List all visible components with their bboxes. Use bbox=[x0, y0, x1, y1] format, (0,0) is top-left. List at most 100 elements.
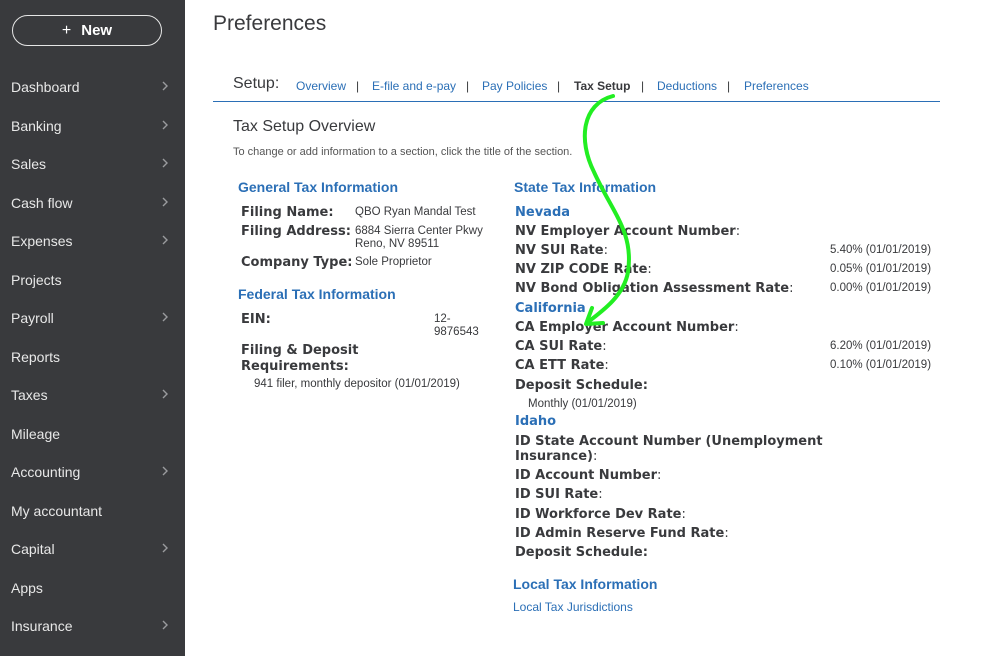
filing-address-line2: Reno, NV 89511 bbox=[355, 238, 440, 250]
chevron-right-icon bbox=[162, 197, 168, 206]
tab-separator: | bbox=[727, 79, 731, 93]
field-label-text: NV ZIP CODE Rate bbox=[515, 262, 648, 277]
tab-preferences[interactable]: Preferences bbox=[744, 79, 809, 93]
page-title: Preferences bbox=[213, 12, 327, 35]
tab-pay-policies[interactable]: Pay Policies bbox=[482, 79, 547, 93]
sidebar-item-label: Reports bbox=[11, 348, 61, 365]
sidebar-item-accounting[interactable]: Accounting bbox=[0, 453, 185, 491]
sidebar-item-sales[interactable]: Sales bbox=[0, 145, 185, 183]
filing-deposit-label-line2: Requirements: bbox=[241, 359, 349, 374]
new-button[interactable]: + New bbox=[12, 15, 162, 46]
federal-tax-info-heading[interactable]: Federal Tax Information bbox=[238, 286, 396, 302]
sidebar-item-label: Projects bbox=[11, 271, 62, 288]
sidebar-item-payroll[interactable]: Payroll bbox=[0, 299, 185, 337]
left-nav-sidebar: + New Dashboard Banking Sales Cash flow Expe… bbox=[0, 0, 185, 656]
new-button-label: New bbox=[81, 22, 113, 39]
sidebar-item-projects[interactable]: Projects bbox=[0, 261, 185, 299]
sidebar-item-label: Sales bbox=[11, 156, 47, 172]
filing-name-label: Filing Name: bbox=[241, 205, 334, 220]
ca-sui-rate-value: 6.20% (01/01/2019) bbox=[830, 340, 932, 352]
field-label-text: CA Employer Account Number bbox=[515, 320, 735, 335]
sidebar-item-label: Payroll bbox=[11, 310, 54, 326]
state-tax-info-heading[interactable]: State Tax Information bbox=[514, 179, 656, 195]
tab-separator: | bbox=[557, 79, 561, 93]
nv-sui-rate-value: 5.40% (01/01/2019) bbox=[830, 244, 932, 256]
label-colon: : bbox=[735, 224, 741, 239]
sidebar-item-insurance[interactable]: Insurance bbox=[0, 607, 185, 645]
chevron-right-icon bbox=[162, 120, 168, 129]
chevron-right-icon bbox=[162, 158, 168, 168]
sidebar-item-mileage[interactable]: Mileage bbox=[0, 415, 185, 453]
tab-overview[interactable]: Overview bbox=[296, 79, 346, 93]
sidebar-item-label: Capital bbox=[11, 541, 55, 557]
sidebar-item-label: Cash flow bbox=[11, 194, 73, 211]
chevron-right-icon bbox=[162, 466, 168, 476]
state-california-heading[interactable]: California bbox=[515, 301, 586, 316]
sidebar-item-banking[interactable]: Banking bbox=[0, 107, 185, 145]
filing-address-line1: 6884 Sierra Center Pkwy bbox=[355, 225, 483, 237]
sidebar-item-my-accountant[interactable]: My accountant bbox=[0, 492, 185, 530]
field-label-text: NV Employer Account Number bbox=[515, 224, 736, 239]
nv-zip-code-rate-label: NV ZIP CODE Rate: bbox=[515, 262, 652, 277]
sidebar-item-label: Banking bbox=[11, 117, 62, 134]
ca-sui-rate-label: CA SUI Rate: bbox=[515, 339, 607, 354]
tab-tax-setup[interactable]: Tax Setup bbox=[574, 79, 630, 93]
sidebar-item-label: Accounting bbox=[11, 464, 81, 480]
label-colon: : bbox=[789, 281, 794, 296]
tab-separator: | bbox=[641, 79, 645, 93]
field-label-text: ID Workforce Dev Rate bbox=[515, 507, 682, 522]
tab-efile-and-epay[interactable]: E-file and e-pay bbox=[372, 79, 456, 93]
chevron-right-icon bbox=[162, 389, 168, 399]
sidebar-item-dashboard[interactable]: Dashboard bbox=[0, 68, 185, 106]
chevron-right-icon bbox=[162, 543, 168, 553]
chevron-right-icon bbox=[162, 235, 168, 245]
id-deposit-schedule-label: Deposit Schedule: bbox=[515, 545, 648, 560]
sidebar-item-cash-flow[interactable]: Cash flow bbox=[0, 184, 185, 222]
id-sui-rate-label: ID SUI Rate: bbox=[515, 487, 603, 502]
setup-label: Setup: bbox=[233, 75, 280, 92]
filing-address-label: Filing Address: bbox=[241, 224, 351, 239]
company-type-value: Sole Proprietor bbox=[355, 256, 432, 268]
state-idaho-heading[interactable]: Idaho bbox=[515, 414, 556, 429]
id-state-account-label-line2: Insurance): bbox=[515, 449, 597, 464]
label-colon: : bbox=[604, 358, 609, 373]
ca-deposit-schedule-label: Deposit Schedule: bbox=[515, 378, 648, 393]
sidebar-item-taxes[interactable]: Taxes bbox=[0, 376, 185, 414]
field-label-text: Insurance) bbox=[515, 449, 593, 464]
field-label-text: CA SUI Rate bbox=[515, 339, 603, 354]
label-colon: : bbox=[603, 243, 608, 258]
label-colon: : bbox=[602, 339, 607, 354]
sidebar-item-label: Apps bbox=[11, 579, 43, 596]
filing-name-value: QBO Ryan Mandal Test bbox=[355, 206, 476, 218]
nv-bond-rate-value: 0.00% (01/01/2019) bbox=[830, 282, 932, 294]
label-colon: : bbox=[647, 262, 652, 277]
nv-sui-rate-label: NV SUI Rate: bbox=[515, 243, 608, 258]
filing-deposit-label-line1: Filing & Deposit bbox=[241, 343, 359, 358]
state-nevada-heading[interactable]: Nevada bbox=[515, 205, 570, 220]
general-tax-info-heading[interactable]: General Tax Information bbox=[238, 179, 398, 195]
sidebar-item-label: Mileage bbox=[11, 425, 61, 442]
sidebar-item-label: Taxes bbox=[11, 387, 48, 403]
ca-ett-rate-label: CA ETT Rate: bbox=[515, 358, 609, 373]
ein-value-line2: 9876543 bbox=[434, 326, 479, 338]
sidebar-item-reports[interactable]: Reports bbox=[0, 338, 185, 376]
sidebar-item-apps[interactable]: Apps bbox=[0, 569, 185, 607]
nv-bond-rate-label: NV Bond Obligation Assessment Rate: bbox=[515, 281, 794, 296]
sidebar-item-label: My accountant bbox=[11, 502, 103, 519]
local-tax-info-heading[interactable]: Local Tax Information bbox=[513, 576, 657, 592]
ein-label: EIN: bbox=[241, 312, 271, 327]
instructions-text: To change or add information to a sectio… bbox=[233, 146, 573, 158]
ca-deposit-schedule-value: Monthly (01/01/2019) bbox=[528, 398, 637, 410]
tab-separator: | bbox=[466, 79, 470, 93]
label-colon: : bbox=[598, 487, 603, 502]
sidebar-item-label: Dashboard bbox=[11, 79, 80, 95]
tax-setup-overview-title: Tax Setup Overview bbox=[233, 118, 376, 135]
field-label-text: ID Admin Reserve Fund Rate bbox=[515, 526, 725, 541]
sidebar-item-expenses[interactable]: Expenses bbox=[0, 222, 185, 260]
ca-employer-account-label: CA Employer Account Number: bbox=[515, 320, 739, 335]
label-colon: : bbox=[657, 468, 662, 483]
local-tax-jurisdictions-link[interactable]: Local Tax Jurisdictions bbox=[513, 600, 633, 614]
nv-zip-code-rate-value: 0.05% (01/01/2019) bbox=[830, 263, 932, 275]
tab-deductions[interactable]: Deductions bbox=[657, 79, 717, 93]
sidebar-item-capital[interactable]: Capital bbox=[0, 530, 185, 568]
